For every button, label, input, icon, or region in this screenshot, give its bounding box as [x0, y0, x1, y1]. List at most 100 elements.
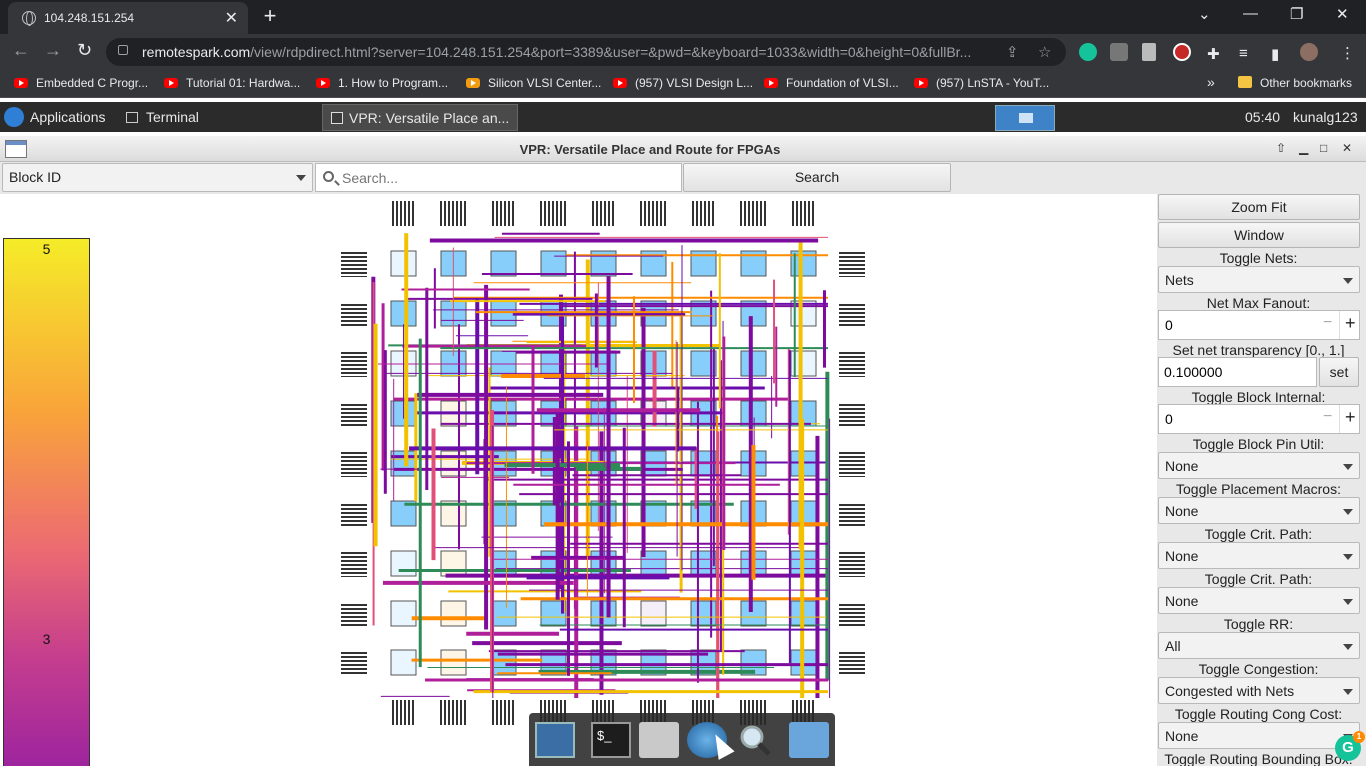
extensions-puzzle-icon[interactable]: ✚: [1207, 45, 1220, 63]
minimize-icon[interactable]: —: [1243, 5, 1258, 22]
folder-icon[interactable]: [789, 722, 829, 758]
bookmarks-bar: Embedded C Progr... Tutorial 01: Hardwa.…: [0, 70, 1366, 98]
tab-close-icon[interactable]: ✕: [225, 8, 238, 28]
browser-tab-bar: 104.248.151.254 ✕ + ⌄ — ❐ ✕: [0, 0, 1366, 34]
forward-icon[interactable]: →: [44, 40, 62, 61]
url-text: remotespark.com/view/rdpdirect.html?serv…: [142, 44, 972, 60]
search-type-select[interactable]: Block ID: [2, 163, 313, 192]
bookmark-item[interactable]: Silicon VLSI Center...: [466, 76, 601, 90]
window-titlebar: VPR: Versatile Place and Route for FPGAs…: [0, 136, 1366, 162]
set-transparency-button[interactable]: set: [1319, 357, 1359, 387]
zoom-fit-button[interactable]: Zoom Fit: [1158, 194, 1360, 220]
logic-tile: [440, 550, 467, 577]
new-tab-button[interactable]: +: [256, 4, 284, 30]
net-max-fanout-spinner[interactable]: 0− +: [1158, 310, 1360, 340]
document-extension-icon[interactable]: [1142, 43, 1156, 61]
io-pad-left: [341, 252, 367, 277]
routing-cong-cost-label: Toggle Routing Cong Cost:: [1174, 706, 1343, 722]
crit-path-select[interactable]: None: [1158, 542, 1360, 569]
logic-tile: [390, 550, 417, 577]
terminal-launcher[interactable]: Terminal: [126, 109, 199, 125]
io-pad-top: [540, 201, 566, 226]
search-button[interactable]: Search: [683, 163, 951, 192]
decrement-icon[interactable]: −: [1323, 408, 1332, 426]
increment-icon[interactable]: +: [1345, 407, 1356, 428]
search-field[interactable]: [315, 163, 682, 192]
logic-tile: [390, 300, 417, 327]
profile-avatar[interactable]: [1300, 43, 1318, 61]
crit-path-delay-label: Toggle Crit. Path:: [1204, 571, 1313, 587]
bookmark-item[interactable]: (957) LnSTA - YouT...: [914, 76, 1049, 90]
search-icon[interactable]: [735, 722, 775, 758]
logic-tile: [390, 250, 417, 277]
window-shade-icon[interactable]: ⇧: [1276, 141, 1286, 155]
globe-icon: [22, 11, 36, 26]
placement-macros-label: Toggle Placement Macros:: [1176, 481, 1341, 497]
bookmark-item[interactable]: (957) VLSI Design L...: [613, 76, 753, 90]
logic-tile: [390, 600, 417, 627]
logic-tile: [690, 550, 717, 577]
applications-menu[interactable]: Applications: [4, 107, 106, 127]
bookmark-item[interactable]: Tutorial 01: Hardwa...: [164, 76, 300, 90]
media-queue-icon[interactable]: ≡: [1239, 45, 1248, 62]
bookmark-item[interactable]: Foundation of VLSI...: [764, 76, 899, 90]
placement-macros-select[interactable]: None: [1158, 497, 1360, 524]
other-bookmarks-folder[interactable]: Other bookmarks: [1238, 76, 1352, 90]
control-sidebar: Zoom Fit Window Toggle Nets: Nets Net Ma…: [1157, 194, 1366, 766]
toggle-congestion-select[interactable]: Congested with Nets: [1158, 677, 1360, 704]
window-button[interactable]: Window: [1158, 222, 1360, 248]
io-pad-left: [341, 602, 367, 627]
block-internal-spinner[interactable]: 0− +: [1158, 404, 1360, 434]
browser-tab[interactable]: 104.248.151.254 ✕: [8, 2, 248, 34]
terminal-icon[interactable]: $_: [591, 722, 631, 758]
bookmark-item[interactable]: 1. How to Program...: [316, 76, 448, 90]
block-pin-util-select[interactable]: None: [1158, 452, 1360, 479]
site-icon: [466, 78, 480, 88]
side-panel-icon[interactable]: ▮: [1271, 45, 1279, 63]
io-pad-right: [839, 602, 865, 627]
close-window-icon[interactable]: ✕: [1336, 5, 1349, 23]
bookmark-item[interactable]: Embedded C Progr...: [14, 76, 148, 90]
decrement-icon[interactable]: −: [1323, 314, 1332, 332]
window-minimize-icon[interactable]: ▁: [1299, 141, 1308, 155]
reload-icon[interactable]: ↻: [77, 40, 92, 61]
address-bar[interactable]: remotespark.com/view/rdpdirect.html?serv…: [106, 38, 1066, 66]
back-icon[interactable]: ←: [12, 40, 30, 61]
grammarly-extension-icon[interactable]: [1079, 43, 1097, 61]
crit-path-delay-select[interactable]: None: [1158, 587, 1360, 614]
logic-tile: [590, 600, 617, 627]
share-icon[interactable]: ⇪: [1006, 43, 1019, 61]
io-pad-left: [341, 552, 367, 577]
fpga-canvas[interactable]: 5 3: [0, 194, 1157, 766]
show-desktop-icon[interactable]: [535, 722, 575, 758]
folder-icon: [1238, 76, 1252, 88]
logic-tile: [540, 250, 567, 277]
bookmark-star-icon[interactable]: ☆: [1038, 43, 1051, 61]
taskbar-item-vpr[interactable]: VPR: Versatile Place an...: [322, 104, 518, 131]
tab-search-chevron-icon[interactable]: ⌄: [1198, 5, 1211, 23]
window-close-icon[interactable]: ✕: [1342, 141, 1352, 155]
search-input[interactable]: [342, 168, 672, 188]
browser-menu-icon[interactable]: ⋮: [1340, 44, 1355, 62]
bookmarks-overflow-button[interactable]: »: [1207, 74, 1215, 90]
io-pad-top: [790, 201, 816, 226]
io-pad-top: [390, 201, 416, 226]
workspace-switcher[interactable]: [995, 105, 1055, 131]
io-pad-right: [839, 352, 865, 377]
window-icon: [331, 112, 343, 124]
toggle-nets-select[interactable]: Nets: [1158, 266, 1360, 293]
extension-icon[interactable]: [1110, 43, 1128, 61]
net-transparency-input[interactable]: 0.100000: [1158, 357, 1317, 387]
toggle-rr-select[interactable]: All: [1158, 632, 1360, 659]
net-transparency-label: Set net transparency [0., 1.]: [1172, 342, 1345, 358]
restore-icon[interactable]: ❐: [1290, 5, 1303, 23]
increment-icon[interactable]: +: [1345, 313, 1356, 334]
window-maximize-icon[interactable]: □: [1320, 141, 1327, 155]
adblock-extension-icon[interactable]: [1173, 43, 1191, 61]
toggle-congestion-label: Toggle Congestion:: [1198, 661, 1319, 677]
user-name[interactable]: kunalg123: [1293, 109, 1358, 125]
home-folder-icon[interactable]: [639, 722, 679, 758]
chevron-down-icon: [1343, 599, 1353, 605]
routing-cong-cost-select[interactable]: None: [1158, 722, 1360, 749]
grammarly-badge[interactable]: G1: [1335, 731, 1365, 761]
